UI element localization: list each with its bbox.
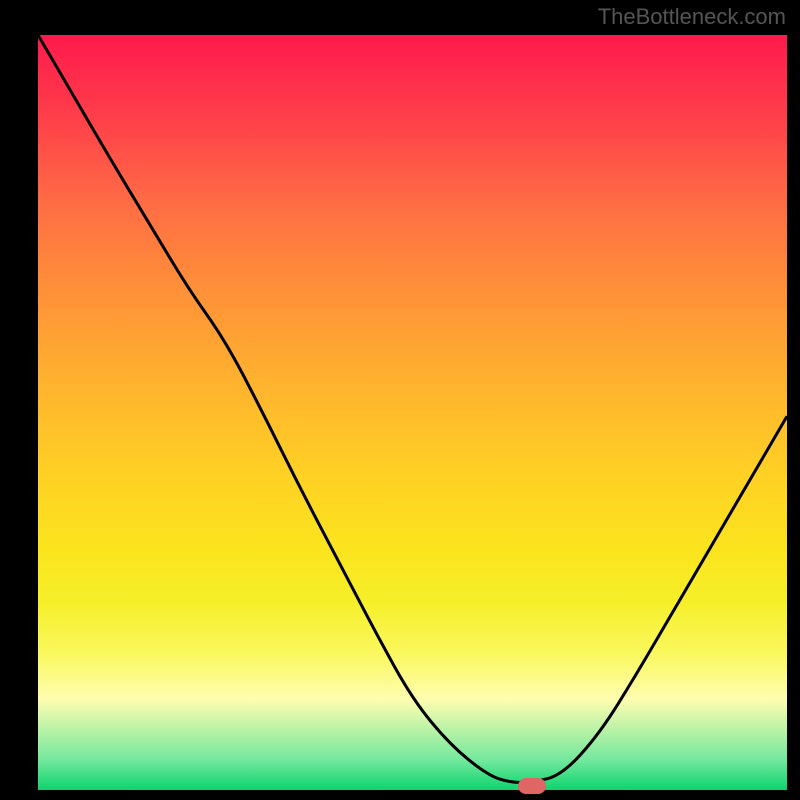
- chart-curve: [38, 35, 787, 783]
- chart-plot-area: [38, 35, 787, 790]
- chart-curve-svg: [38, 35, 787, 790]
- chart-marker: [518, 778, 546, 794]
- watermark-text: TheBottleneck.com: [598, 4, 786, 30]
